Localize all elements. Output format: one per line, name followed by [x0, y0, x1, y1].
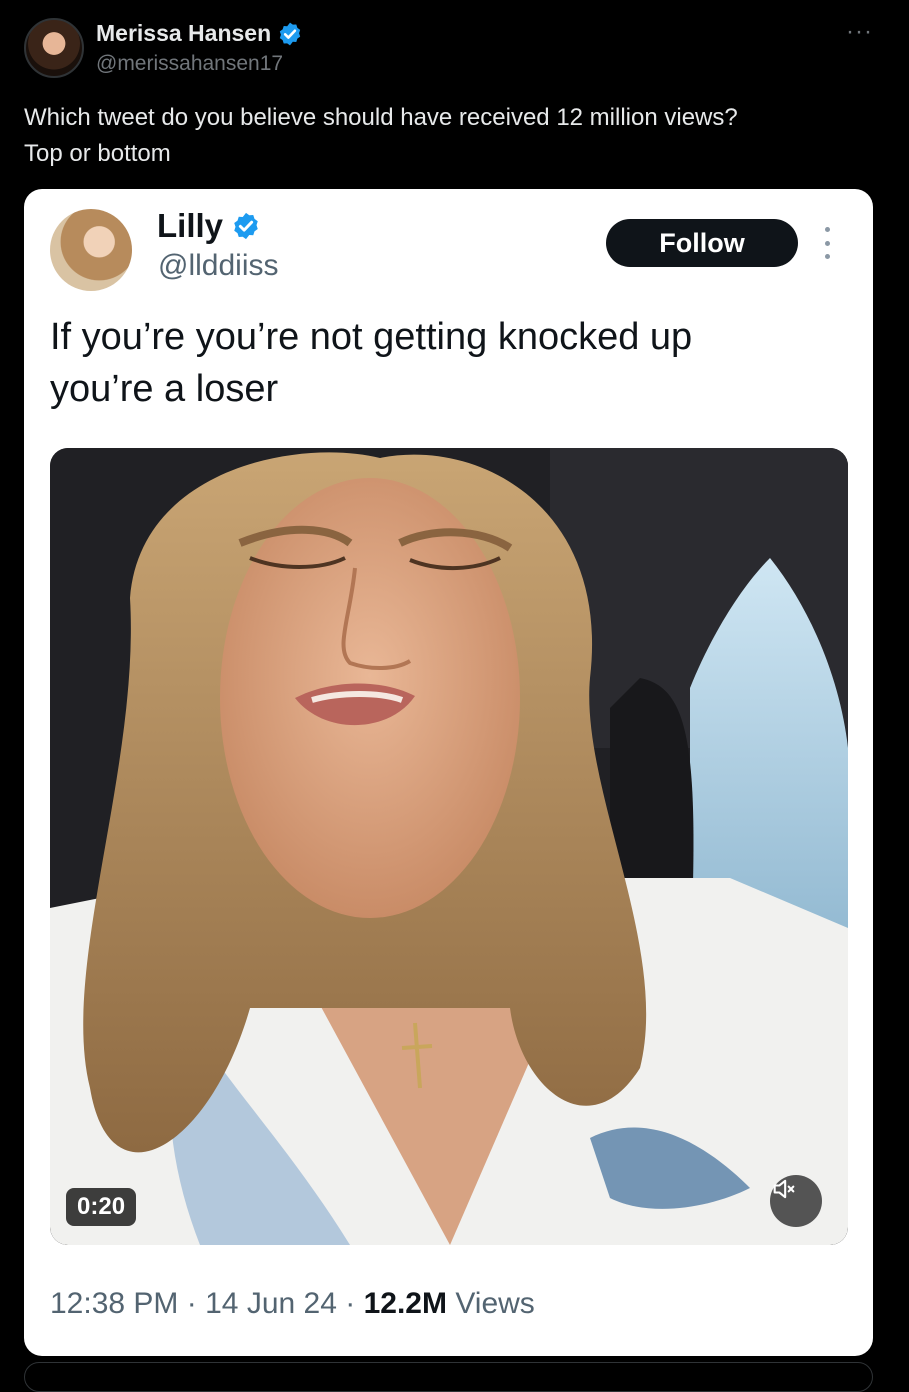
- meta-separator: ·: [345, 1287, 356, 1320]
- video-player[interactable]: 0:20: [50, 448, 848, 1245]
- next-card-edge: [24, 1362, 873, 1392]
- mute-icon[interactable]: [770, 1175, 822, 1227]
- author-avatar[interactable]: [24, 18, 84, 78]
- speaker-muted-icon: [773, 1179, 795, 1199]
- author-name-row[interactable]: Merissa Hansen: [96, 20, 303, 47]
- meta-separator: ·: [186, 1287, 197, 1320]
- quoted-text-line: If you’re you’re not getting knocked up: [50, 316, 693, 358]
- quoted-author-handle: @llddiiss: [158, 249, 279, 282]
- tweet-date: 14 Jun 24: [205, 1287, 337, 1320]
- verified-badge-icon: [234, 212, 258, 240]
- video-duration: 0:20: [66, 1188, 137, 1226]
- follow-button[interactable]: Follow: [606, 219, 798, 267]
- verified-badge-icon: [279, 22, 301, 45]
- quoted-tweet-text: If you’re you’re not getting knocked up …: [50, 311, 850, 415]
- tweet-text-line: Top or bottom: [24, 140, 171, 167]
- tweet-meta: 12:38 PM · 14 Jun 24 · 12.2M Views: [50, 1287, 535, 1321]
- video-frame-illustration: [50, 448, 848, 1245]
- quoted-author-name-row: Lilly: [157, 207, 261, 245]
- views-count: 12.2M: [363, 1287, 447, 1320]
- quoted-text-line: you’re a loser: [50, 368, 279, 410]
- tweet-time: 12:38 PM: [50, 1287, 179, 1320]
- author-handle[interactable]: @merissahansen17: [96, 52, 283, 76]
- tweet-text-line: Which tweet do you believe should have r…: [24, 104, 738, 131]
- author-name[interactable]: Merissa Hansen: [96, 20, 271, 47]
- more-options-icon[interactable]: ···: [846, 18, 873, 46]
- quoted-author-name: Lilly: [157, 207, 224, 244]
- views-label: Views: [455, 1287, 535, 1320]
- tweet-text: Which tweet do you believe should have r…: [24, 100, 884, 172]
- quoted-screenshot-card[interactable]: Lilly @llddiiss Follow If you’re you’re …: [24, 189, 873, 1356]
- vertical-more-icon[interactable]: [821, 227, 833, 259]
- quoted-author-avatar: [50, 209, 132, 291]
